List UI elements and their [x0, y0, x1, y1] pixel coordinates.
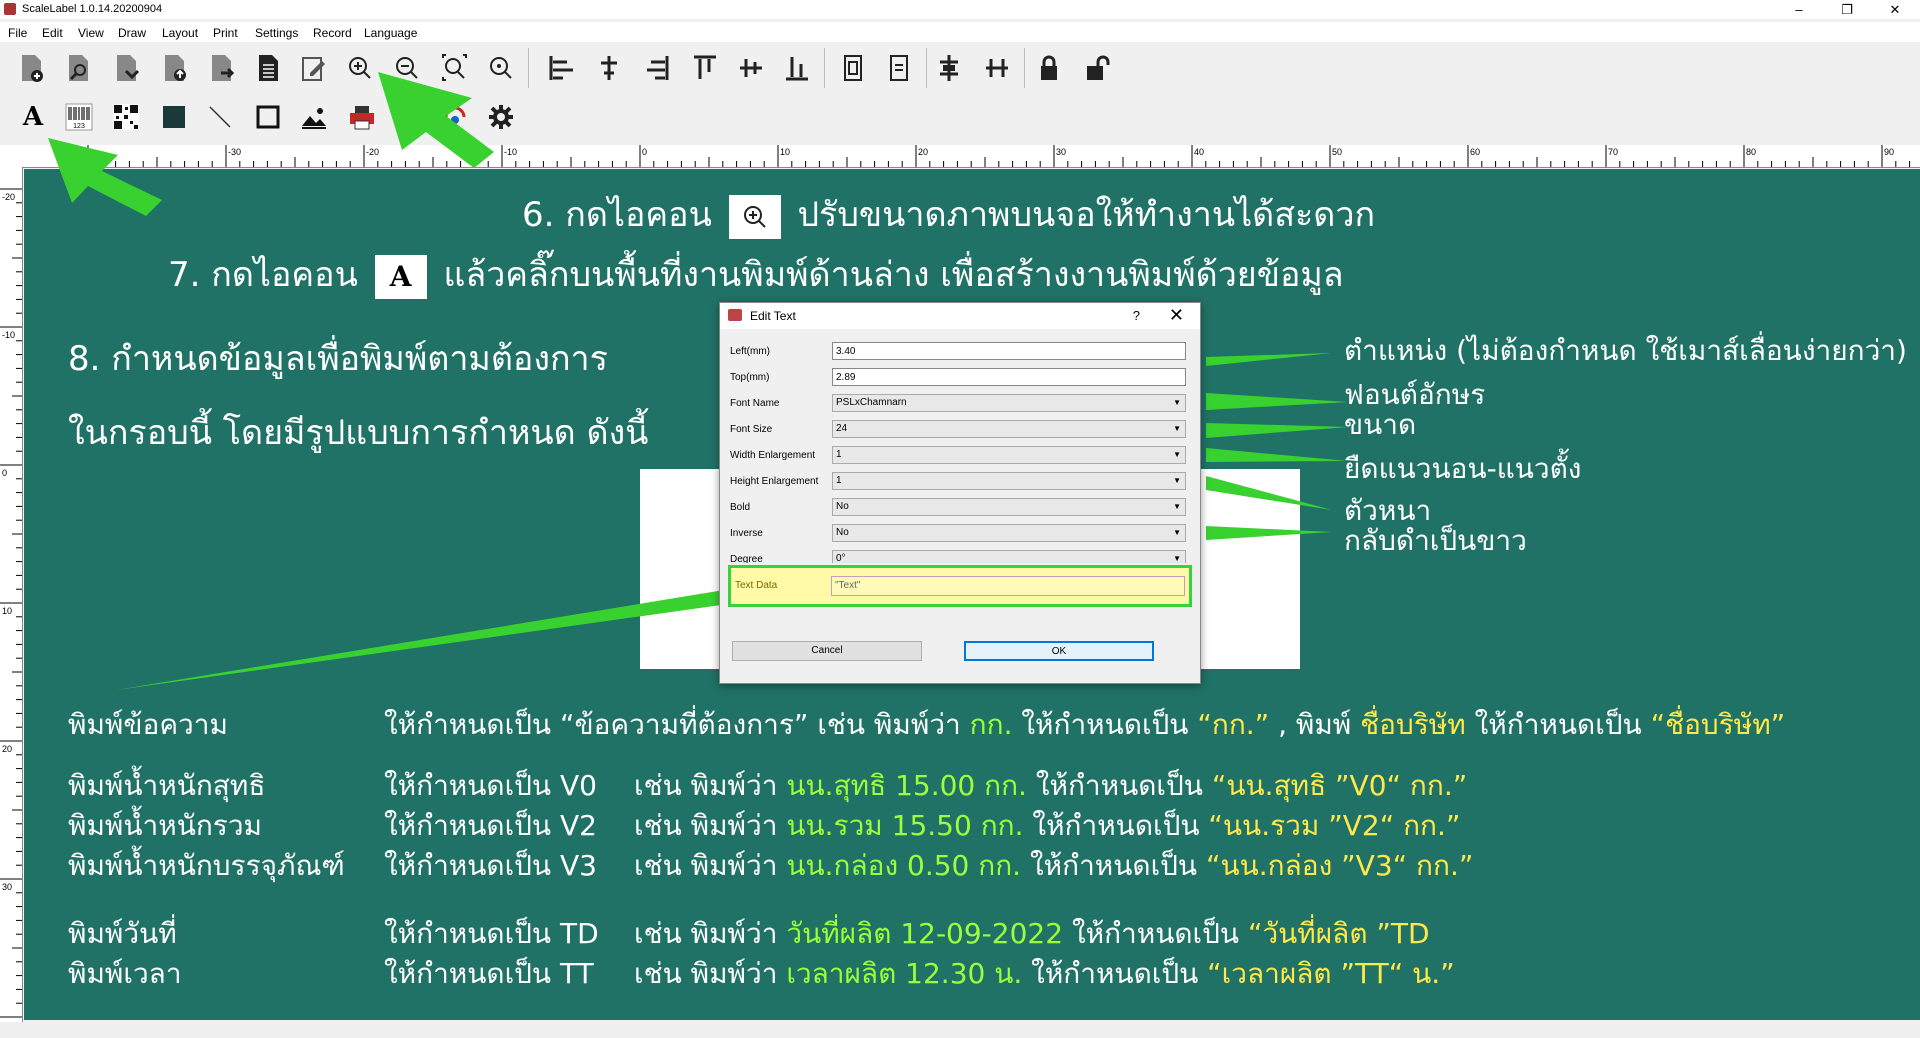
pointer-stretch [1206, 448, 1348, 462]
field-width-enlargement: Width Enlargement 1 ▼ [730, 445, 1190, 467]
degree-select[interactable]: 0° ▼ [832, 550, 1186, 563]
height-value: 1 [836, 475, 842, 486]
arrow-to-text-tool [48, 138, 162, 216]
bold-label: Bold [730, 502, 751, 513]
width-value: 1 [836, 449, 842, 460]
degree-label: Degree [730, 554, 763, 563]
chevron-down-icon: ▼ [1173, 554, 1181, 563]
chevron-down-icon: ▼ [1173, 476, 1181, 485]
pointer-font [1206, 393, 1348, 410]
ok-button[interactable]: OK [964, 641, 1154, 661]
dialog-titlebar: Edit Text ? ✕ [720, 303, 1200, 329]
font-name-select[interactable]: PSLxChamnarn ▼ [832, 394, 1186, 412]
degree-value: 0° [836, 553, 846, 563]
width-select[interactable]: 1 ▼ [832, 446, 1186, 464]
font-size-label: Font Size [730, 424, 773, 435]
edit-text-dialog: Edit Text ? ✕ Left(mm) 3.40 Top(mm) 2.89… [719, 302, 1201, 684]
text-data-label: Text Data [735, 580, 778, 591]
inverse-select[interactable]: No ▼ [832, 524, 1186, 542]
left-label: Left(mm) [730, 346, 770, 357]
width-label: Width Enlargement [730, 450, 816, 461]
field-inverse: Inverse No ▼ [730, 523, 1190, 545]
pointer-text-data [116, 590, 728, 690]
font-name-value: PSLxChamnarn [836, 397, 907, 408]
help-icon[interactable]: ? [1133, 308, 1140, 323]
pointer-inverse [1206, 526, 1332, 540]
font-size-select[interactable]: 24 ▼ [832, 420, 1186, 438]
field-top: Top(mm) 2.89 [730, 367, 1190, 389]
field-left: Left(mm) 3.40 [730, 341, 1190, 363]
chevron-down-icon: ▼ [1173, 450, 1181, 459]
inverse-value: No [836, 527, 849, 538]
field-bold: Bold No ▼ [730, 497, 1190, 519]
field-font-size: Font Size 24 ▼ [730, 419, 1190, 441]
chevron-down-icon: ▼ [1173, 502, 1181, 511]
field-font-name: Font Name PSLxChamnarn ▼ [730, 393, 1190, 415]
pointer-size [1206, 423, 1348, 438]
chevron-down-icon: ▼ [1173, 398, 1181, 407]
height-select[interactable]: 1 ▼ [832, 472, 1186, 490]
font-size-value: 24 [836, 423, 848, 434]
pointer-position [1206, 353, 1332, 366]
bold-value: No [836, 501, 849, 512]
font-name-label: Font Name [730, 398, 780, 409]
inverse-label: Inverse [730, 528, 763, 539]
pointer-bold [1206, 476, 1332, 510]
text-data-input[interactable]: "Text" [831, 576, 1185, 596]
bold-select[interactable]: No ▼ [832, 498, 1186, 516]
field-height-enlargement: Height Enlargement 1 ▼ [730, 471, 1190, 493]
field-degree: Degree 0° ▼ [730, 549, 1190, 563]
top-input[interactable]: 2.89 [832, 368, 1186, 386]
top-label: Top(mm) [730, 372, 770, 383]
chevron-down-icon: ▼ [1173, 528, 1181, 537]
left-input[interactable]: 3.40 [832, 342, 1186, 360]
text-data-field: Text Data "Text" [728, 565, 1192, 607]
cancel-button[interactable]: Cancel [732, 641, 922, 661]
dialog-close-icon[interactable]: ✕ [1169, 305, 1184, 326]
dialog-app-icon [728, 309, 742, 321]
height-label: Height Enlargement [730, 476, 819, 487]
arrow-to-zoom-in [378, 72, 494, 168]
dialog-title: Edit Text [750, 309, 796, 323]
chevron-down-icon: ▼ [1173, 424, 1181, 433]
